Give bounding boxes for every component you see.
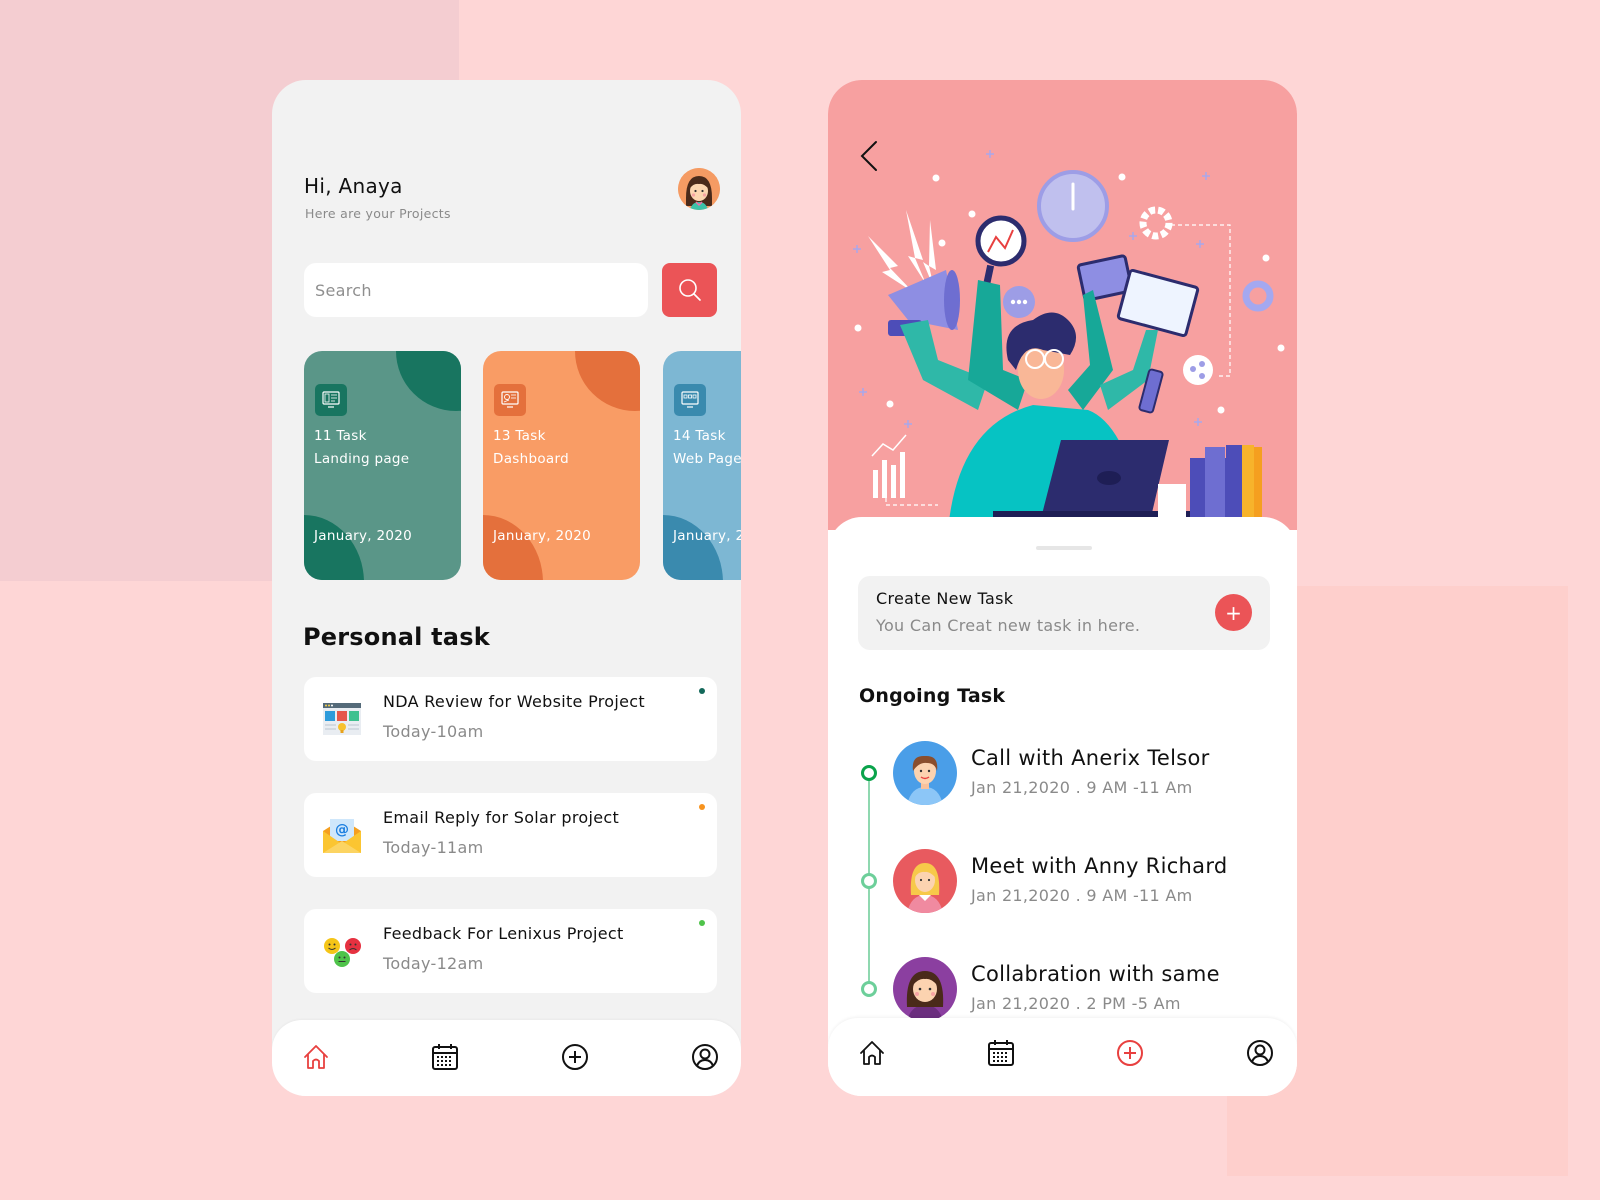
personal-task-item[interactable]: Feedback For Lenixus Project Today-12am	[304, 909, 717, 993]
greeting: Hi, Anaya	[304, 174, 403, 198]
project-date: January, 2020	[314, 528, 413, 544]
tab-add[interactable]	[1113, 1036, 1147, 1070]
personal-task-item[interactable]: @ Email Reply for Solar project Today-11…	[304, 793, 717, 877]
project-task-count: 13 Task	[493, 428, 546, 444]
home-icon	[304, 1045, 328, 1069]
avatar	[893, 957, 957, 1021]
status-dot	[699, 804, 705, 810]
home-screen: Hi, Anaya Here are your Projects 11 Task	[272, 80, 741, 1096]
project-task-count: 11 Task	[314, 428, 367, 444]
calendar-icon	[988, 1040, 1014, 1066]
ongoing-task-item[interactable]: Meet with Anny Richard Jan 21,2020 . 9 A…	[828, 849, 1297, 929]
tab-profile[interactable]	[688, 1040, 722, 1074]
task-title: NDA Review for Website Project	[383, 692, 645, 711]
avatar	[893, 741, 957, 805]
project-date: January, 2020	[673, 528, 741, 544]
project-name: Web Page	[673, 451, 741, 467]
create-task-title: Create New Task	[876, 589, 1014, 608]
hero-illustration	[828, 80, 1297, 530]
plus-circle-icon	[1117, 1040, 1143, 1066]
feedback-emoji-icon	[324, 938, 361, 967]
ongoing-task-title: Call with Anerix Telsor	[971, 746, 1210, 770]
girl-avatar-icon	[678, 168, 720, 210]
task-time: Today-11am	[383, 838, 484, 857]
task-title: Email Reply for Solar project	[383, 808, 620, 827]
back-button[interactable]	[856, 138, 884, 174]
timeline-node	[861, 873, 877, 889]
project-date: January, 2020	[493, 528, 592, 544]
svg-text:@: @	[335, 822, 349, 838]
ongoing-task-time: Jan 21,2020 . 2 PM -5 Am	[971, 994, 1181, 1013]
tasks-screen: Create New Task You Can Creat new task i…	[828, 80, 1297, 1096]
girl-avatar-icon	[906, 971, 944, 1021]
bottom-tab-bar	[272, 1020, 741, 1096]
tab-add[interactable]	[558, 1040, 592, 1074]
project-card-landing-page[interactable]: 11 Task Landing page January, 2020	[304, 351, 461, 580]
plus-circle-icon	[562, 1044, 588, 1070]
personal-task-heading: Personal task	[303, 623, 490, 651]
timeline-node	[861, 981, 877, 997]
home-icon	[860, 1041, 884, 1065]
man-avatar-icon	[907, 755, 943, 805]
project-card-dashboard[interactable]: 13 Task Dashboard January, 2020	[483, 351, 640, 580]
multitasking-person-illustration	[853, 150, 1285, 530]
create-new-task-card[interactable]: Create New Task You Can Creat new task i…	[858, 576, 1270, 650]
project-card-web-page[interactable]: 14 Task Web Page January, 2020	[663, 351, 741, 580]
sheet-drag-handle[interactable]	[1036, 546, 1092, 550]
woman-avatar-icon	[907, 863, 943, 913]
ongoing-task-title: Meet with Anny Richard	[971, 854, 1228, 878]
card-decoration	[396, 351, 461, 411]
tab-home[interactable]	[855, 1036, 889, 1070]
card-decoration	[483, 515, 543, 580]
avatar[interactable]	[678, 168, 720, 210]
calendar-icon	[432, 1044, 458, 1070]
tab-profile[interactable]	[1243, 1036, 1277, 1070]
ongoing-task-title: Collabration with same	[971, 962, 1220, 986]
ongoing-task-heading: Ongoing Task	[859, 685, 1006, 707]
project-name: Landing page	[314, 451, 410, 467]
tab-calendar[interactable]	[428, 1040, 462, 1074]
personal-task-item[interactable]: NDA Review for Website Project Today-10a…	[304, 677, 717, 761]
tab-home[interactable]	[299, 1040, 333, 1074]
bottom-tab-bar	[828, 1018, 1297, 1096]
email-envelope-icon: @	[323, 819, 361, 853]
search-button[interactable]	[662, 263, 717, 317]
monitor-dashboard-icon	[494, 384, 526, 416]
chevron-left-icon	[860, 141, 877, 171]
plus-icon: +	[1225, 600, 1242, 625]
ongoing-task-time: Jan 21,2020 . 9 AM -11 Am	[971, 886, 1193, 905]
avatar	[893, 849, 957, 913]
timeline-node	[861, 765, 877, 781]
ongoing-task-time: Jan 21,2020 . 9 AM -11 Am	[971, 778, 1193, 797]
user-circle-icon	[1247, 1040, 1273, 1066]
monitor-layout-icon	[315, 384, 347, 416]
project-name: Dashboard	[493, 451, 569, 467]
website-layout-icon	[323, 703, 361, 735]
ongoing-task-item[interactable]: Call with Anerix Telsor Jan 21,2020 . 9 …	[828, 741, 1297, 821]
project-cards-carousel[interactable]: 11 Task Landing page January, 2020 13 Ta…	[304, 351, 741, 581]
search-icon	[678, 279, 701, 301]
create-task-subtitle: You Can Creat new task in here.	[876, 616, 1141, 635]
project-task-count: 14 Task	[673, 428, 726, 444]
greeting-subtitle: Here are your Projects	[305, 206, 451, 221]
status-dot	[699, 920, 705, 926]
task-title: Feedback For Lenixus Project	[383, 924, 624, 943]
task-time: Today-10am	[383, 722, 484, 741]
monitor-webpage-icon	[674, 384, 706, 416]
card-decoration	[575, 351, 640, 411]
create-task-button[interactable]: +	[1215, 594, 1252, 631]
card-decoration	[663, 515, 723, 580]
card-decoration	[304, 515, 364, 580]
status-dot	[699, 688, 705, 694]
tab-calendar[interactable]	[984, 1036, 1018, 1070]
task-sheet: Create New Task You Can Creat new task i…	[828, 517, 1297, 1096]
user-circle-icon	[692, 1044, 718, 1070]
task-time: Today-12am	[383, 954, 484, 973]
search-input[interactable]	[304, 263, 648, 317]
